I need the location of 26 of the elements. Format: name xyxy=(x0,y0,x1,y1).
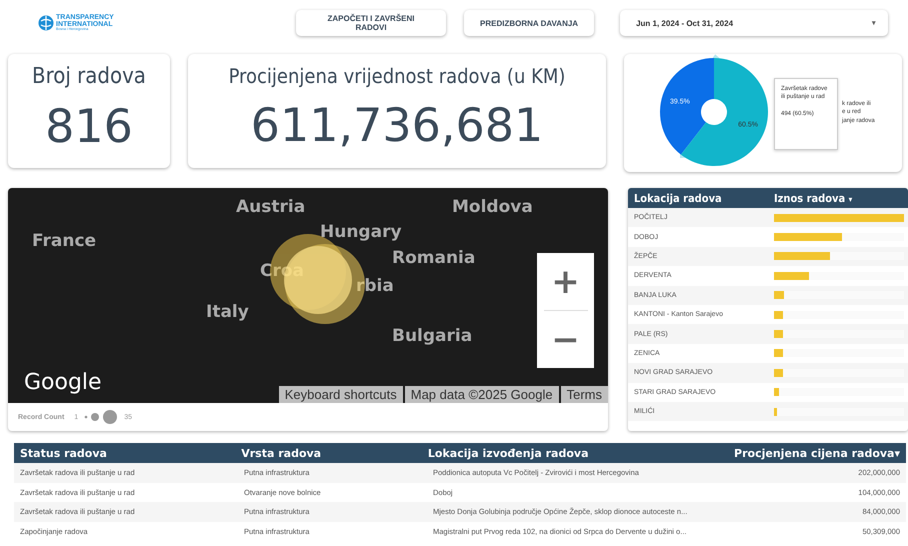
map-attribution-link[interactable]: Map data ©2025 Google xyxy=(404,386,559,403)
column-header[interactable]: Vrsta radova xyxy=(235,446,422,460)
column-header[interactable]: Iznos radova ▾ xyxy=(774,192,908,204)
column-header[interactable]: Lokacija izvođenja radova xyxy=(422,446,728,460)
country-label: Bulgaria xyxy=(392,326,472,346)
kpi-label: Procijenjena vrijednost radova (u KM) xyxy=(228,64,566,88)
map-attribution-link[interactable]: Terms xyxy=(560,386,608,403)
globe-icon xyxy=(38,15,54,31)
donut-slice[interactable] xyxy=(660,58,714,155)
kpi-value: 816 xyxy=(45,99,133,153)
country-label: Hungary xyxy=(320,222,402,242)
country-label: Romania xyxy=(392,248,476,268)
size-scale-icon xyxy=(84,410,118,424)
column-header[interactable]: Lokacija radova xyxy=(628,192,774,204)
google-logo: Google xyxy=(24,370,102,395)
country-label: Moldova xyxy=(452,196,533,217)
nav-button[interactable]: ZAPOČETI I ZAVRŠENI RADOVI xyxy=(296,10,446,36)
kpi-label: Broj radova xyxy=(32,64,146,89)
country-label: Austria xyxy=(236,196,306,217)
column-header[interactable]: Procjenjena cijena radova▾ xyxy=(728,446,906,460)
nav-button[interactable]: PREDIZBORNA DAVANJA xyxy=(464,10,594,36)
country-label: Italy xyxy=(206,302,249,322)
country-label: France xyxy=(32,231,96,251)
column-header[interactable]: Status radova xyxy=(14,446,236,460)
kpi-value: 611,736,681 xyxy=(250,98,544,152)
map-attribution-link[interactable]: Keyboard shortcuts xyxy=(278,386,403,403)
